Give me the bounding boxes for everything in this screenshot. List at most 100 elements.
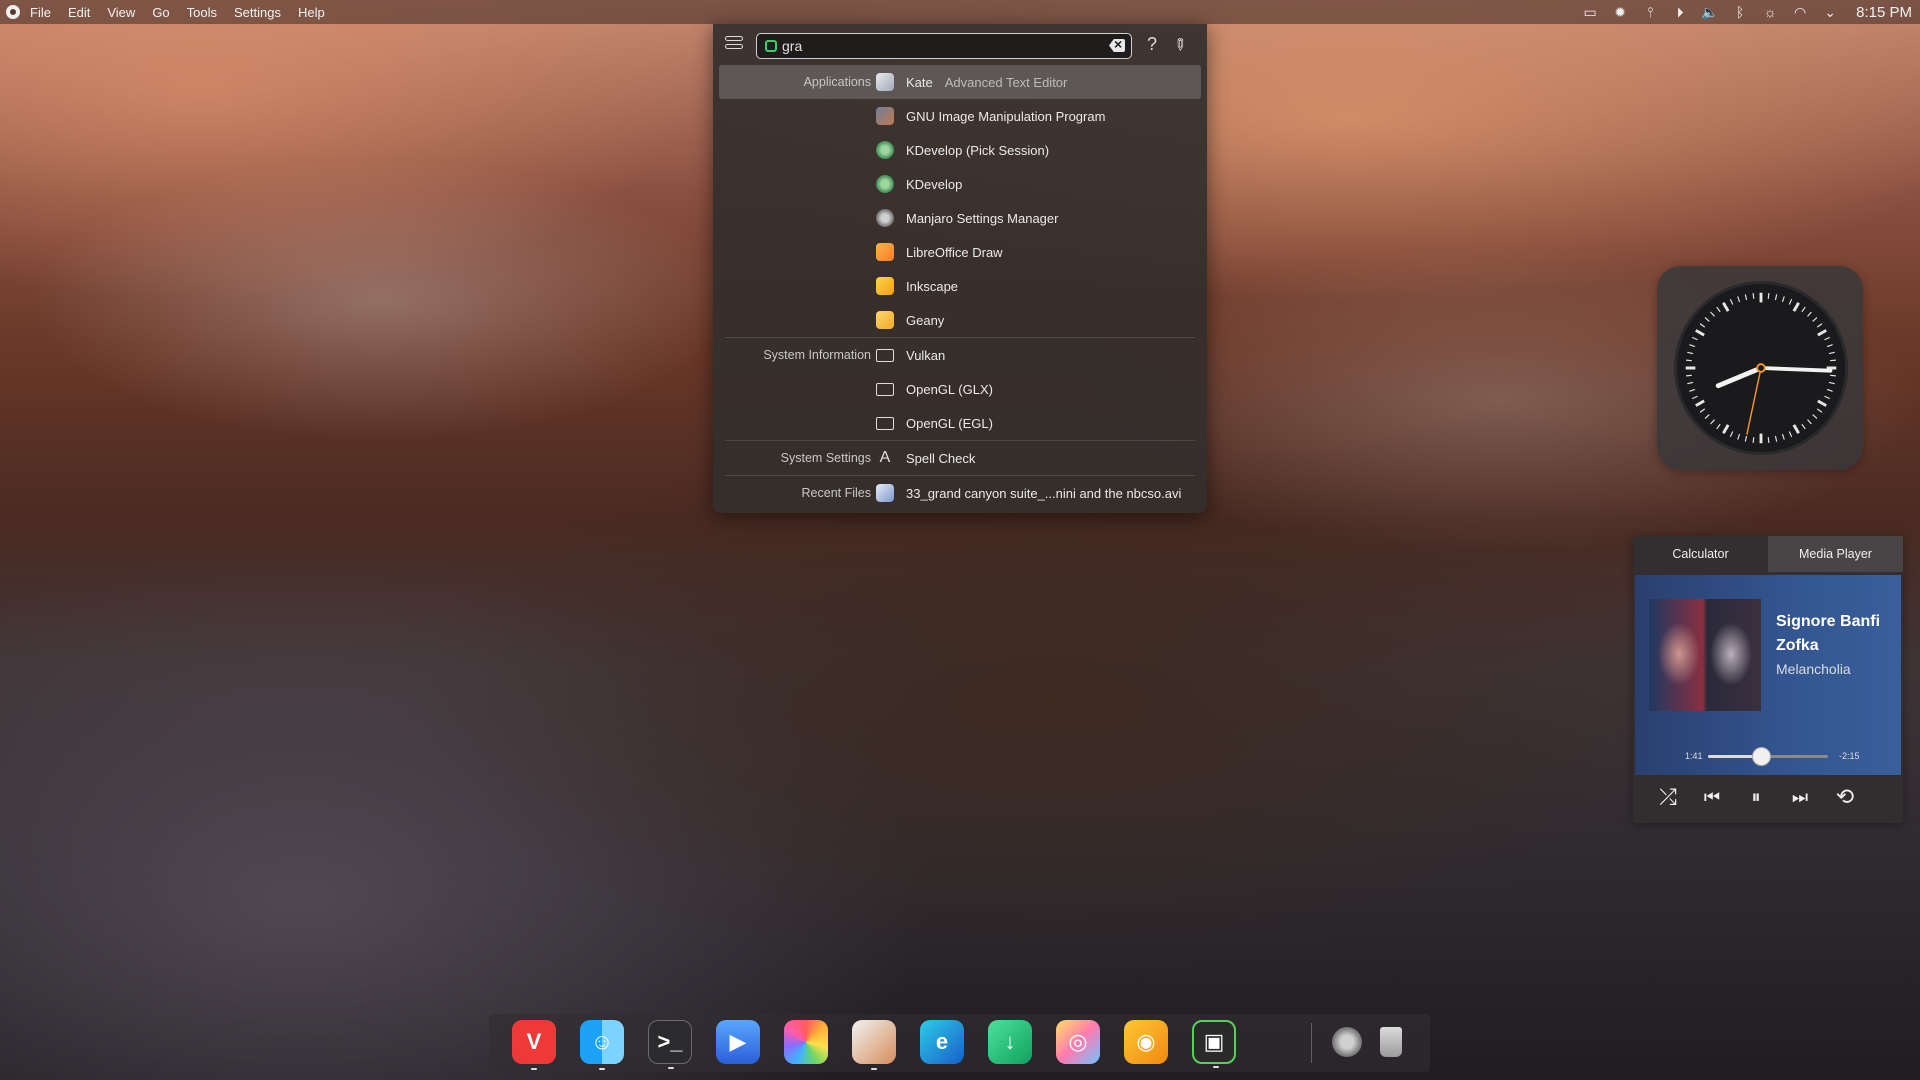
result-category: Applications — [803, 75, 871, 89]
analog-clock-widget[interactable] — [1657, 266, 1863, 470]
result-item[interactable]: System Information Vulkan — [719, 338, 1201, 372]
result-title: KDevelop (Pick Session) — [906, 142, 1050, 158]
clock-tick — [1774, 294, 1778, 301]
result-name: OpenGL (GLX) — [906, 382, 993, 397]
trash-icon[interactable] — [1380, 1027, 1402, 1057]
spell-check-icon: A — [879, 449, 891, 466]
clock-tick — [1699, 408, 1706, 413]
result-item[interactable]: LibreOffice Draw — [719, 235, 1201, 269]
result-item[interactable]: System Settings A Spell Check — [719, 441, 1201, 475]
play-icon[interactable]: ⏵ — [1672, 4, 1688, 20]
search-status-icon — [765, 40, 777, 52]
result-item[interactable]: Inkscape — [719, 269, 1201, 303]
krunner-toolbar: ? ✎ — [713, 24, 1207, 64]
running-indicator — [1213, 1066, 1219, 1068]
clock-tick — [1752, 437, 1755, 443]
chevron-down-icon[interactable]: ⌄ — [1822, 4, 1838, 20]
paperclip-icon[interactable]: ⫯ — [1642, 4, 1658, 20]
dvd-icon[interactable]: ◉ — [1124, 1020, 1168, 1064]
menu-go[interactable]: Go — [152, 5, 169, 20]
downloader-icon[interactable]: ↓ — [988, 1020, 1032, 1064]
clock-tick — [1716, 423, 1721, 430]
result-title: Geany — [906, 312, 945, 328]
tab-calculator[interactable]: Calculator — [1633, 536, 1768, 572]
radio-icon[interactable]: ▣ — [1192, 1020, 1236, 1068]
clock-tick — [1824, 336, 1831, 341]
menu-file[interactable]: File — [30, 5, 51, 20]
tab-media-player[interactable]: Media Player — [1768, 536, 1903, 572]
pause-icon[interactable]: ⏸ — [1741, 784, 1771, 810]
finder-icon[interactable]: ☺ — [580, 1020, 624, 1070]
gear-icon[interactable]: ✹ — [1612, 4, 1628, 20]
result-item[interactable]: Manjaro Settings Manager — [719, 201, 1201, 235]
menu-help[interactable]: Help — [298, 5, 325, 20]
app-launcher-icon[interactable] — [6, 5, 20, 19]
result-title: OpenGL (GLX) — [906, 381, 993, 397]
seek-handle[interactable] — [1751, 747, 1771, 766]
help-icon[interactable]: ? — [1147, 34, 1157, 55]
krunner-search-input[interactable] — [782, 38, 1102, 54]
dock-glyph: ▶ — [729, 1029, 747, 1054]
result-item[interactable]: KDevelop — [719, 167, 1201, 201]
brightness-icon[interactable]: ☼ — [1762, 4, 1778, 20]
pin-icon[interactable]: ✎ — [1168, 33, 1192, 57]
result-item[interactable]: Geany — [719, 303, 1201, 337]
result-item[interactable]: GNU Image Manipulation Program — [719, 99, 1201, 133]
clock-tick — [1792, 424, 1800, 434]
manjaro-settings-icon — [876, 209, 894, 227]
monitor-icon — [876, 416, 894, 430]
photos-icon[interactable] — [784, 1020, 828, 1064]
video-player-icon[interactable]: ▶ — [716, 1020, 760, 1064]
clock-tick — [1699, 323, 1706, 328]
clock-tick — [1801, 306, 1806, 313]
menu-tools[interactable]: Tools — [187, 5, 217, 20]
kate-icon — [876, 73, 894, 91]
menubar-clock[interactable]: 8:15 PM — [1856, 4, 1912, 21]
clock-tick — [1689, 388, 1696, 392]
running-indicator — [599, 1068, 605, 1070]
dock: V ☺ >_ ▶ e ↓ ◎ ◉ ▣ — [489, 1014, 1430, 1072]
result-title: Vulkan — [906, 347, 946, 363]
terminal-icon[interactable]: >_ — [648, 1020, 692, 1069]
menu-view[interactable]: View — [107, 5, 135, 20]
gimp-icon[interactable] — [852, 1020, 896, 1070]
vivaldi-icon[interactable]: V — [512, 1020, 556, 1070]
bluetooth-icon[interactable]: ᛒ — [1732, 4, 1748, 20]
result-title: GNU Image Manipulation Program — [906, 108, 1106, 124]
dock-glyph: e — [935, 1029, 949, 1054]
clock-tick — [1781, 296, 1785, 303]
next-icon[interactable]: ⏭ — [1785, 784, 1815, 810]
configure-icon[interactable] — [725, 36, 743, 54]
result-category: Recent Files — [801, 486, 871, 500]
repeat-icon[interactable]: ⟲ — [1830, 784, 1860, 810]
color-picker-icon[interactable]: ◎ — [1056, 1020, 1100, 1064]
krunner-search-box[interactable] — [756, 33, 1132, 59]
system-tray: ▭ ✹ ⫯ ⏵ 🔈 ᛒ ☼ ◠ ⌄ 8:15 PM — [1582, 0, 1913, 24]
clock-tick — [1824, 395, 1831, 400]
clock-tick — [1704, 414, 1710, 419]
result-name: Spell Check — [906, 451, 975, 466]
volume-icon[interactable]: 🔈 — [1701, 4, 1718, 20]
result-item[interactable]: KDevelop (Pick Session) — [719, 133, 1201, 167]
result-item[interactable]: Recent Files 33_grand canyon suite_...nin… — [719, 476, 1201, 510]
result-item[interactable]: OpenGL (GLX) — [719, 372, 1201, 406]
result-name: Kate Advanced Text Editor — [906, 75, 1067, 90]
clear-search-icon[interactable] — [1109, 39, 1125, 52]
clock-tick — [1710, 419, 1715, 425]
menu-edit[interactable]: Edit — [68, 5, 90, 20]
result-category: System Information — [763, 348, 871, 362]
dock-glyph: ↓ — [1004, 1029, 1016, 1054]
result-title: Spell Check — [906, 450, 976, 466]
menu-settings[interactable]: Settings — [234, 5, 281, 20]
clock-tick — [1704, 317, 1710, 322]
dock-separator — [1311, 1023, 1312, 1063]
elapsed-time: 1:41 — [1685, 751, 1703, 761]
edge-icon[interactable]: e — [920, 1020, 964, 1064]
wifi-icon[interactable]: ◠ — [1792, 4, 1808, 20]
result-item[interactable]: OpenGL (EGL) — [719, 406, 1201, 440]
shuffle-icon[interactable]: ⤮ — [1653, 784, 1683, 810]
result-item[interactable]: Applications Kate Advanced Text Editor — [719, 65, 1201, 99]
previous-icon[interactable]: ⏮ — [1697, 784, 1727, 810]
window-icon[interactable]: ▭ — [1582, 4, 1598, 20]
settings-icon[interactable] — [1332, 1027, 1362, 1057]
